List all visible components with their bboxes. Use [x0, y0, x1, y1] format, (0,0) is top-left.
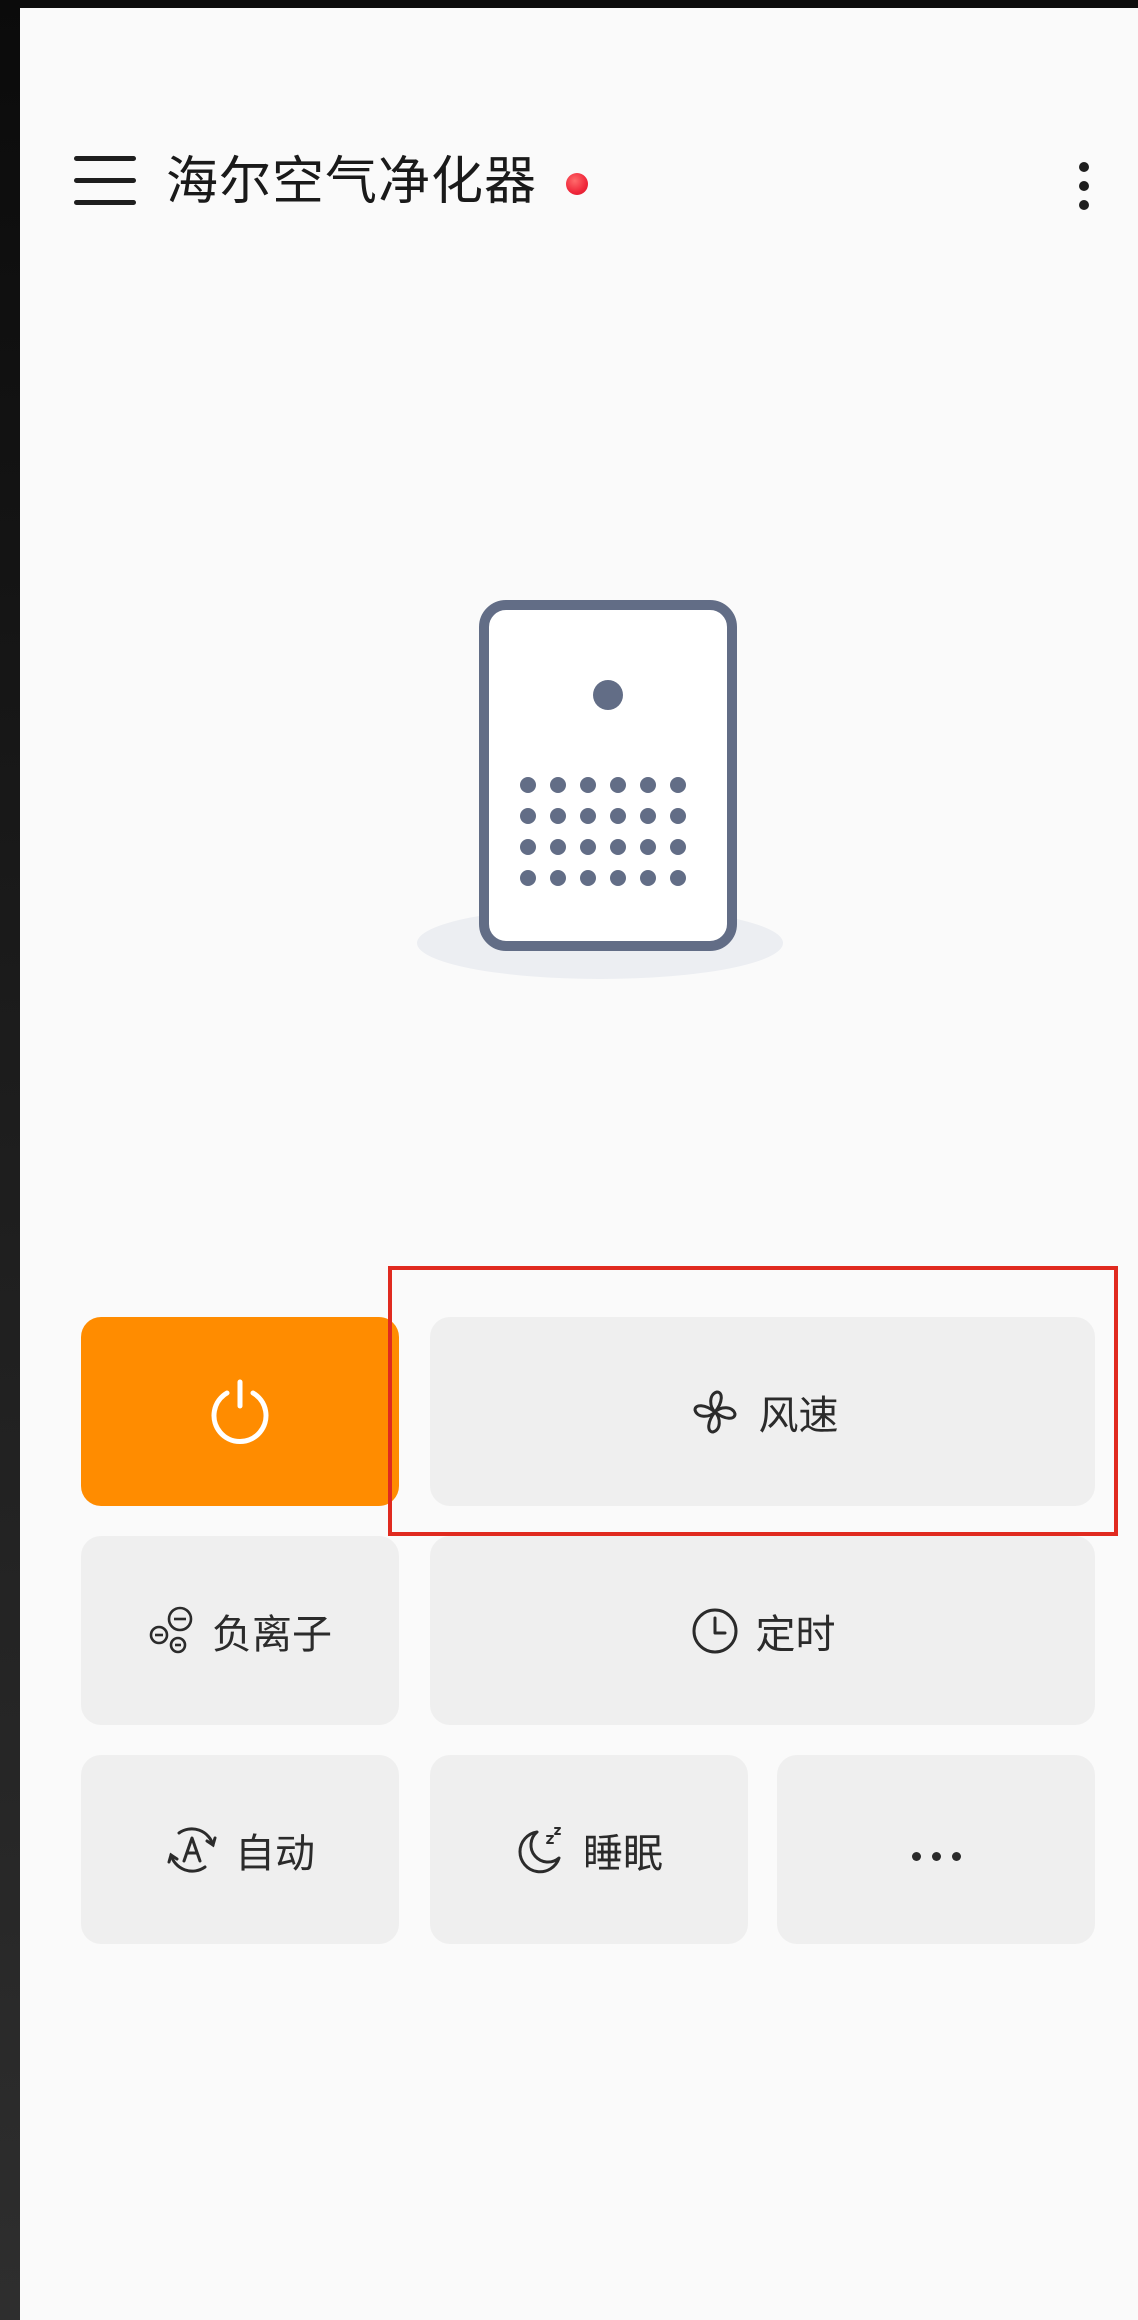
clock-icon: [692, 1608, 737, 1653]
device-bezel-top: [0, 0, 1138, 8]
hamburger-menu-icon[interactable]: [74, 156, 136, 206]
status-dot: [566, 173, 588, 195]
device-bezel-left: [0, 0, 20, 2320]
fan-icon: [693, 1390, 736, 1433]
sleep-mode-label: 睡眠: [583, 1830, 663, 1877]
moon-sleep-icon: [518, 1826, 561, 1873]
purifier-body: [479, 600, 737, 951]
negative-ion-button[interactable]: 负离子: [81, 1536, 399, 1725]
power-icon: [211, 1379, 269, 1444]
purifier-indicator: [593, 680, 623, 710]
wind-speed-button[interactable]: 风速: [430, 1317, 1095, 1506]
negative-ion-label: 负离子: [212, 1611, 332, 1658]
timer-button[interactable]: 定时: [430, 1536, 1095, 1725]
auto-mode-button[interactable]: 自动: [81, 1755, 399, 1944]
purifier-illustration: [400, 588, 800, 1008]
power-button[interactable]: [81, 1317, 399, 1506]
timer-label: 定时: [755, 1611, 836, 1658]
page-title: 海尔空气净化器: [166, 152, 538, 212]
wind-speed-label: 风速: [758, 1392, 839, 1439]
ellipsis-icon: [911, 1852, 961, 1861]
auto-mode-icon: [167, 1826, 217, 1873]
overflow-menu-icon[interactable]: [1066, 158, 1102, 214]
app-screen: 海尔空气净化器 风速 负离子 定时 自动 睡眠: [20, 8, 1138, 2320]
auto-mode-label: 自动: [235, 1830, 315, 1877]
more-options-button[interactable]: [777, 1755, 1095, 1944]
ion-icon: [149, 1606, 193, 1653]
sleep-mode-button[interactable]: 睡眠: [430, 1755, 748, 1944]
